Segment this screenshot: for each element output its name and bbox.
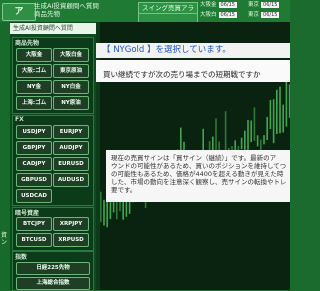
- symbol-button[interactable]: AUDUSD: [53, 173, 89, 187]
- symbol-button[interactable]: 上海:ゴム: [16, 96, 52, 110]
- symbol-button[interactable]: 上海総合指数: [16, 277, 90, 290]
- decor-bar: [224, 111, 227, 153]
- decor-bar: [276, 89, 278, 135]
- decor-bar: [279, 86, 281, 134]
- menu-commodity[interactable]: 商品先物: [34, 10, 99, 18]
- symbol-button[interactable]: USDJPY: [16, 125, 52, 139]
- decor-bar: [260, 139, 262, 151]
- description-line: 現在の売買サインは「買サイン（継続）」です。最新のア: [111, 154, 277, 162]
- symbol-button[interactable]: XRPUSD: [53, 233, 89, 247]
- symbol-button[interactable]: USDCAD: [16, 189, 52, 203]
- description-line: ウンドの可能性があるため、買いのポジションを維持してつ: [111, 162, 287, 170]
- price-label: 東京: [248, 12, 260, 18]
- symbol-button[interactable]: NY原油: [53, 96, 89, 110]
- symbol-button[interactable]: BTCJPY: [16, 217, 52, 231]
- symbol-button[interactable]: BTCUSD: [16, 233, 52, 247]
- symbol-button[interactable]: GBPJPY: [16, 141, 52, 155]
- price-value: 06/15: [218, 12, 237, 18]
- symbol-button[interactable]: NY白金: [53, 80, 89, 94]
- symbol-button[interactable]: EURJPY: [53, 125, 89, 139]
- price-value: 06/15: [261, 2, 280, 8]
- section-heading: 暗号資産: [15, 210, 40, 217]
- symbol-button[interactable]: AUDJPY: [53, 141, 89, 155]
- decor-bar: [253, 107, 256, 141]
- left-strip-char: ン: [1, 239, 8, 246]
- decor-bar: [285, 82, 288, 127]
- left-strip-char: 資: [1, 232, 8, 239]
- section-heading: 指数: [15, 254, 28, 261]
- price-label: 大阪白: [200, 12, 217, 18]
- menu-ai-advisor[interactable]: 生成AI投資顧問へ質問: [34, 2, 99, 10]
- left-strip-text: 資 ン: [1, 232, 7, 246]
- selection-alert: 【 NYGold 】を選択しています。: [96, 43, 290, 58]
- symbol-button[interactable]: 大阪金: [16, 48, 52, 62]
- section-heading: FX: [15, 116, 24, 123]
- decor-bar: [269, 99, 272, 130]
- decor-bar: [109, 199, 112, 219]
- symbol-button[interactable]: 日経225先物: [16, 262, 90, 275]
- decor-bar: [100, 191, 102, 223]
- symbol-button[interactable]: 東京原油: [53, 64, 89, 78]
- decor-bar: [266, 116, 268, 141]
- symbol-button[interactable]: XRPJPY: [53, 217, 89, 231]
- symbol-button[interactable]: 大阪:ゴム: [16, 64, 52, 78]
- decor-bar: [282, 104, 284, 133]
- signal-description: 現在の売買サインは「買サイン（継続）」です。最新のア ウンドの可能性があるため、…: [106, 150, 290, 202]
- price-ticker: 大阪金 06/15: [200, 2, 237, 9]
- decor-bar: [263, 135, 265, 145]
- decor-bar: [103, 199, 105, 226]
- decor-bar: [256, 135, 259, 147]
- symbol-button[interactable]: NY金: [16, 80, 52, 94]
- site-logo[interactable]: ア: [2, 3, 36, 21]
- price-ticker: 大阪白 06/15: [200, 12, 237, 19]
- decor-bar: [272, 99, 275, 144]
- description-line: 要です。: [111, 186, 137, 194]
- price-label: 大阪金: [200, 2, 217, 8]
- top-menu: 生成AI投資顧問へ質問 商品先物: [34, 2, 99, 18]
- price-value: 06/15: [261, 12, 280, 18]
- symbol-button[interactable]: EURUSD: [53, 157, 89, 171]
- section-heading: 商品先物: [15, 40, 40, 47]
- price-label: 東京: [248, 2, 260, 8]
- price-value: 06/15: [218, 2, 237, 8]
- symbol-button[interactable]: GBPUSD: [16, 173, 52, 187]
- symbol-button[interactable]: CADJPY: [16, 157, 52, 171]
- signal-summary: 買い継続ですが次の売り場までの短期戦ですか: [96, 60, 290, 82]
- decor-bar: [288, 84, 290, 118]
- description-line: した、市場の動向を注意深く観察し、売サインの転換やトレ: [111, 178, 287, 186]
- decor-bar: [250, 120, 252, 143]
- price-ticker: 東京 06/15: [248, 12, 280, 19]
- sidebar-title: 生成AI投資顧問へ質問: [10, 23, 96, 34]
- symbol-button[interactable]: 大阪白金: [53, 48, 89, 62]
- price-ticker: 東京 06/15: [248, 2, 280, 9]
- description-line: の可能性もあるため、価格が4400を超える動きが見えた時: [111, 170, 284, 178]
- left-strip: [0, 22, 10, 290]
- decor-bar: [112, 201, 115, 213]
- decor-bar: [240, 137, 243, 150]
